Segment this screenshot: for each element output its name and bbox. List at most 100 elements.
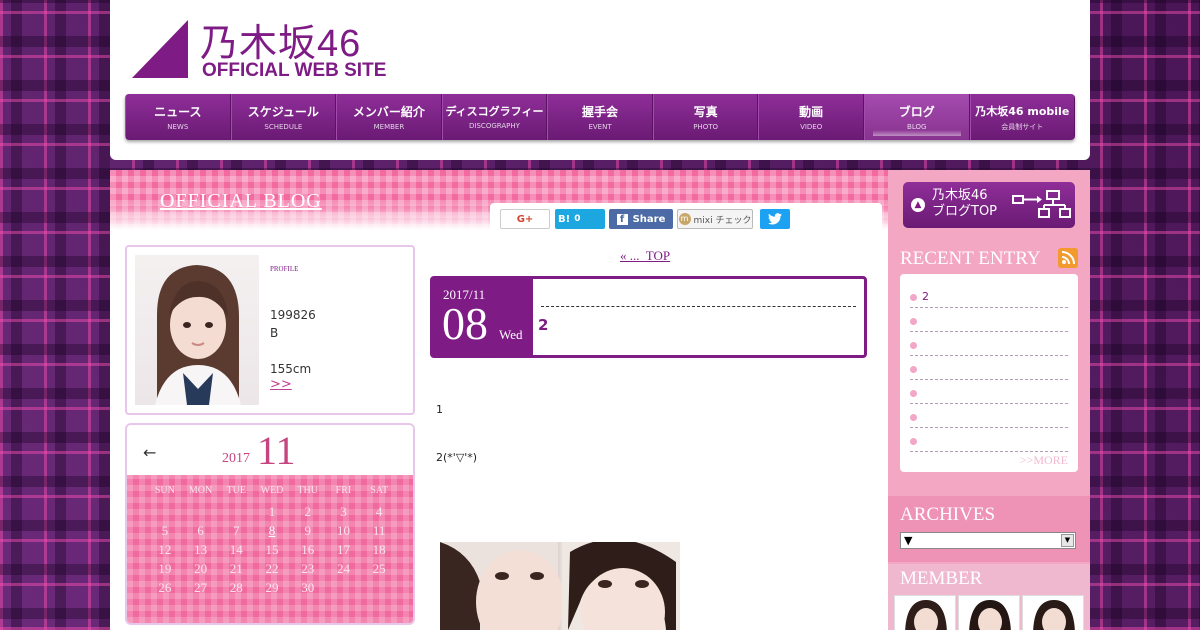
calendar-day: 29	[265, 580, 279, 595]
nav-sublabel: BLOG	[907, 123, 927, 131]
recent-entry-item[interactable]	[910, 404, 1068, 428]
member-section: MEMBER	[888, 564, 1090, 630]
archives-select-value: ▼	[904, 534, 913, 547]
mixi-label: mixi チェック	[693, 215, 752, 226]
profile-more-link[interactable]: >>	[270, 377, 292, 392]
calendar-day: 14	[229, 542, 243, 557]
calendar-day: 24	[336, 561, 350, 576]
calendar-weekday: MON	[188, 485, 213, 496]
mixi-icon: m	[678, 213, 691, 225]
post-photo-image	[440, 542, 680, 630]
post-title-rule	[541, 306, 856, 307]
mixi-check-button[interactable]: m mixi チェック	[677, 209, 753, 229]
blog-top-label-line1: 乃木坂46	[932, 188, 988, 203]
calendar-day: 25	[372, 561, 386, 576]
twitter-button[interactable]	[760, 209, 790, 229]
recent-more-link[interactable]: >>MORE	[1020, 453, 1068, 468]
recent-entry-item[interactable]	[910, 428, 1068, 452]
member-thumbnail[interactable]	[894, 595, 956, 630]
profile-height: 155cm	[270, 362, 312, 376]
archives-section: ARCHIVES ▼ ▼	[888, 496, 1090, 562]
calendar-day[interactable]: 8	[254, 523, 290, 542]
calendar-day: 15	[265, 542, 279, 557]
recent-entry-item[interactable]	[910, 356, 1068, 380]
calendar-day	[326, 580, 362, 599]
calendar-weekday: SUN	[154, 485, 175, 496]
calendar-grid: SUN MON TUE WED THU FRI SAT 1 2 3 4 5 6 7 8 9 10 11 12 13 14…	[147, 485, 397, 599]
calendar-week-row: 26 27 28 29 30	[147, 580, 397, 599]
calendar-weekday: FRI	[335, 485, 352, 496]
recent-entry-item[interactable]	[910, 308, 1068, 332]
nav-item-schedule[interactable]: スケジュール SCHEDULE	[230, 94, 337, 140]
post-day: 08	[442, 298, 488, 349]
right-sidebar: ▲ 乃木坂46 ブログTOP RECENT ENTRY 2 >>MORE ARC…	[888, 170, 1090, 630]
calendar-weekday: SAT	[370, 485, 389, 496]
nav-label: 動画	[799, 105, 824, 119]
nav-item-photo[interactable]: 写真 PHOTO	[652, 94, 759, 140]
member-thumbnail[interactable]	[958, 595, 1020, 630]
google-plus-button[interactable]: G+	[500, 209, 550, 229]
nav-item-blog[interactable]: ブログ BLOG	[863, 94, 970, 140]
archives-select[interactable]: ▼ ▼	[900, 532, 1076, 549]
calendar-day	[183, 504, 219, 523]
blog-top-button[interactable]: ▲ 乃木坂46 ブログTOP	[903, 182, 1075, 228]
nav-sublabel: NEWS	[167, 123, 189, 131]
nav-label: スケジュール	[247, 105, 319, 119]
blog-title[interactable]: OFFICIAL BLOG	[132, 190, 322, 213]
logo-subtitle: OFFICIAL WEB SITE	[202, 60, 387, 81]
nav-item-member[interactable]: メンバー紹介 MEMBER	[336, 94, 442, 140]
nav-sublabel: EVENT	[588, 123, 612, 131]
calendar-day: 4	[375, 504, 383, 519]
profile-photo[interactable]	[135, 255, 259, 405]
profile-box: PROFILE 199826 B 155cm >>	[125, 245, 415, 415]
calendar-day: 10	[336, 523, 350, 538]
post-title[interactable]: 2	[538, 316, 548, 334]
calendar-day: 22	[265, 561, 279, 576]
calendar-day	[147, 504, 183, 523]
calendar-day: 13	[194, 542, 208, 557]
calendar-year: 2017	[222, 451, 250, 466]
nav-item-mobile[interactable]: 乃木坂46 mobile 会員制サイト	[969, 94, 1075, 140]
nav-label: 乃木坂46 mobile	[975, 105, 1070, 118]
nav-item-event[interactable]: 握手会 EVENT	[547, 94, 653, 140]
facebook-share-button[interactable]: f Share	[609, 209, 673, 229]
recent-entry-list: 2 >>MORE	[900, 274, 1078, 472]
recent-entry-item[interactable]: 2	[910, 284, 1068, 308]
blog-content: OFFICIAL BLOG G+ B! 0 f Share m mixi チェッ…	[110, 170, 888, 630]
calendar-week-row: 12 13 14 15 16 17 18	[147, 542, 397, 561]
sitemap-icon	[1012, 190, 1071, 218]
post-body-line: 2(*'▽'*)	[436, 451, 478, 464]
nav-sublabel: MEMBER	[373, 123, 405, 131]
logo-title[interactable]: 乃木坂46	[200, 12, 361, 67]
nav-item-discography[interactable]: ディスコグラフィー DISCOGRAPHY	[441, 94, 548, 140]
calendar-header: ← 2017 11	[127, 425, 413, 475]
archives-title: ARCHIVES	[900, 504, 996, 525]
recent-entry-item[interactable]	[910, 380, 1068, 404]
share-bar: G+ B! 0 f Share m mixi チェック	[490, 203, 882, 233]
logo-number: 46	[170, 62, 183, 74]
calendar-weekday-row: SUN MON TUE WED THU FRI SAT	[147, 485, 397, 504]
calendar-day: 5	[161, 523, 169, 538]
member-thumbnail[interactable]	[1022, 595, 1084, 630]
nav-label: メンバー紹介	[352, 105, 425, 119]
nav-item-video[interactable]: 動画 VIDEO	[758, 94, 864, 140]
recent-entry-item[interactable]	[910, 332, 1068, 356]
hatena-bookmark-button[interactable]: B! 0	[555, 209, 605, 229]
rss-icon[interactable]	[1058, 248, 1078, 268]
calendar-day: 27	[194, 580, 208, 595]
post-photo[interactable]	[440, 542, 680, 630]
post-header: 2017/11 08 Wed 2	[430, 276, 867, 358]
calendar-prev-arrow[interactable]: ←	[143, 443, 156, 462]
post-nav-links[interactable]: « ... TOP	[620, 248, 670, 264]
nav-label: ディスコグラフィー	[445, 105, 544, 118]
calendar-day: 17	[336, 542, 350, 557]
main-nav: ニュース NEWS スケジュール SCHEDULE メンバー紹介 MEMBER …	[125, 94, 1075, 140]
nav-sublabel: DISCOGRAPHY	[469, 122, 520, 130]
calendar-week-row: 19 20 21 22 23 24 25	[147, 561, 397, 580]
profile-blood-type: B	[270, 326, 279, 340]
calendar-day: 3	[340, 504, 347, 519]
nav-item-news[interactable]: ニュース NEWS	[125, 94, 231, 140]
calendar-week-row: 1 2 3 4	[147, 504, 397, 523]
calendar-day: 21	[229, 561, 243, 576]
nav-label: ニュース	[154, 105, 202, 119]
